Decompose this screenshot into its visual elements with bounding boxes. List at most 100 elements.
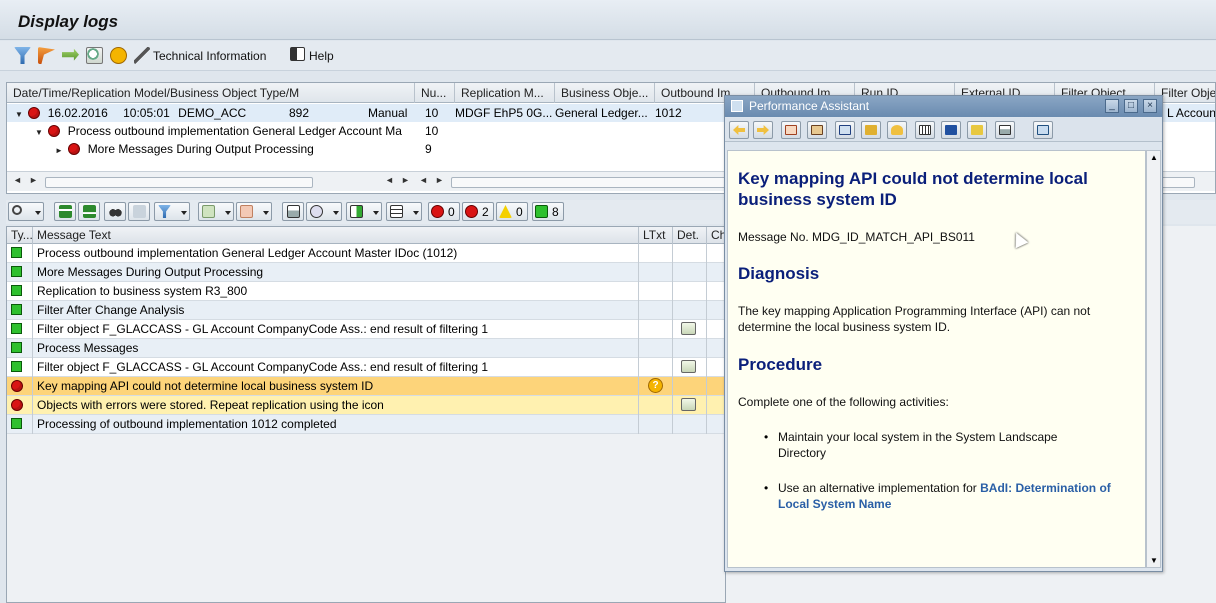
structure-button[interactable]: [807, 121, 827, 139]
print-button[interactable]: [282, 202, 304, 221]
settings-button[interactable]: [861, 121, 881, 139]
filter-button[interactable]: [154, 202, 190, 221]
success-filter-button[interactable]: 8: [532, 202, 564, 221]
library-button[interactable]: [915, 121, 935, 139]
assistant-vertical-scrollbar[interactable]: ▲ ▼: [1146, 150, 1161, 568]
success-status-icon: [11, 418, 22, 430]
long-text-help-icon[interactable]: ?: [648, 378, 663, 394]
detail-magnifier-icon[interactable]: [681, 322, 696, 336]
find-button[interactable]: [104, 202, 126, 221]
close-icon: [1037, 125, 1049, 135]
table-row[interactable]: Process Messages: [7, 339, 725, 358]
scroll-right-icon[interactable]: ►: [29, 175, 38, 185]
table-row[interactable]: Objects with errors were stored. Repeat …: [7, 396, 725, 415]
help-button[interactable]: Help: [309, 49, 334, 63]
assistant-title: Performance Assistant: [749, 99, 870, 113]
tree-replication: MDGF EhP5 0G...: [455, 106, 553, 120]
bookmark-button[interactable]: [941, 121, 961, 139]
exchange-icon[interactable]: [62, 48, 79, 61]
table-row[interactable]: Processing of outbound implementation 10…: [7, 415, 725, 434]
col-replication-model[interactable]: Replication M...: [455, 83, 555, 103]
detail-magnifier-icon[interactable]: [681, 398, 696, 412]
warning-filter-button[interactable]: 0: [496, 202, 528, 221]
maximize-button[interactable]: □: [1124, 99, 1138, 113]
table-row[interactable]: Filter object F_GLACCASS - GL Account Co…: [7, 358, 725, 377]
views-button[interactable]: [306, 202, 342, 221]
col-det[interactable]: Det.: [673, 227, 707, 244]
sum-button[interactable]: [198, 202, 234, 221]
col-ltxt[interactable]: LTxt: [639, 227, 673, 244]
table-row[interactable]: Process outbound implementation General …: [7, 244, 725, 263]
assistant-title-bar[interactable]: Performance Assistant _ □ ×: [725, 96, 1162, 117]
edit-button[interactable]: [835, 121, 855, 139]
col-filter-object-2[interactable]: Filter Obje: [1155, 83, 1215, 103]
binoculars-icon: [109, 205, 122, 218]
collapse-triangle-icon[interactable]: ►: [53, 142, 65, 158]
scroll-left-icon[interactable]: ◄: [419, 175, 428, 185]
minimize-button[interactable]: _: [1105, 99, 1119, 113]
help-question-icon[interactable]: [110, 47, 127, 64]
col-type[interactable]: Ty...: [7, 227, 33, 244]
scroll-up-icon[interactable]: ▲: [1150, 153, 1158, 162]
detail-icon[interactable]: [86, 47, 103, 64]
success-status-icon: [11, 342, 22, 354]
glossary-button[interactable]: [967, 121, 987, 139]
window-icon: [731, 100, 743, 112]
hierarchy-icon: [785, 125, 797, 135]
close-assistant-button[interactable]: [1033, 121, 1053, 139]
scroll-left-icon[interactable]: ◄: [385, 175, 394, 185]
message-text: Filter After Change Analysis: [33, 301, 639, 320]
technical-info-icon[interactable]: [134, 47, 150, 64]
scroll-thumb[interactable]: [45, 177, 313, 188]
error-status-icon: [68, 142, 81, 155]
error-filter-button[interactable]: 2: [462, 202, 494, 221]
display-button[interactable]: [8, 202, 44, 221]
success-count: 8: [552, 205, 559, 219]
col-business-object[interactable]: Business Obje...: [555, 83, 655, 103]
user-settings-button[interactable]: [887, 121, 907, 139]
message-heading: Key mapping API could not determine loca…: [738, 169, 1088, 209]
expand-triangle-icon[interactable]: ▼: [13, 106, 25, 122]
assistant-content: Key mapping API could not determine loca…: [727, 150, 1146, 568]
expand-triangle-icon[interactable]: ▼: [33, 124, 45, 140]
sort-ascending-button[interactable]: [54, 202, 76, 221]
col-message-text[interactable]: Message Text: [33, 227, 639, 244]
col-number[interactable]: Nu...: [415, 83, 455, 103]
tree-num: 10: [425, 106, 439, 120]
table-row[interactable]: Replication to business system R3_800: [7, 282, 725, 301]
app-toolbar: Technical Information Help: [0, 41, 1216, 71]
export-button[interactable]: [346, 202, 382, 221]
technical-info-button[interactable]: [781, 121, 801, 139]
scroll-down-icon[interactable]: ▼: [1150, 556, 1158, 565]
close-button[interactable]: ×: [1143, 99, 1157, 113]
table-row[interactable]: Filter object F_GLACCASS - GL Account Co…: [7, 320, 725, 339]
col-date-time[interactable]: Date/Time/Replication Model/Business Obj…: [7, 83, 415, 103]
back-button[interactable]: [729, 121, 749, 139]
table-row[interactable]: More Messages During Output Processing: [7, 263, 725, 282]
scroll-right-icon[interactable]: ►: [435, 175, 444, 185]
scroll-right-icon[interactable]: ►: [401, 175, 410, 185]
subtotal-button[interactable]: [236, 202, 272, 221]
scroll-left-icon[interactable]: ◄: [13, 175, 22, 185]
sort-descending-button[interactable]: [78, 202, 100, 221]
table-row-selected[interactable]: Key mapping API could not determine loca…: [7, 377, 725, 396]
stop-icon: [431, 205, 444, 218]
stop-filter-button[interactable]: 0: [428, 202, 460, 221]
detail-magnifier-icon[interactable]: [681, 360, 696, 374]
find-next-button[interactable]: [128, 202, 150, 221]
message-number: Message No. MDG_ID_MATCH_API_BS011: [738, 230, 975, 244]
success-status-icon: [11, 304, 22, 316]
technical-information-button[interactable]: Technical Information: [153, 49, 266, 63]
table-row[interactable]: Filter After Change Analysis: [7, 301, 725, 320]
forward-button[interactable]: [753, 121, 773, 139]
print-button[interactable]: [995, 121, 1015, 139]
flag-icon[interactable]: [38, 47, 55, 64]
tree-mode: Manual: [368, 106, 408, 120]
assistant-toolbar: [725, 118, 1162, 142]
book-icon: [919, 125, 931, 135]
help-icon[interactable]: [290, 47, 305, 61]
filter-icon[interactable]: [14, 47, 31, 64]
bullet-icon: •: [764, 481, 769, 495]
layout-button[interactable]: [386, 202, 422, 221]
error-count: 2: [482, 205, 489, 219]
